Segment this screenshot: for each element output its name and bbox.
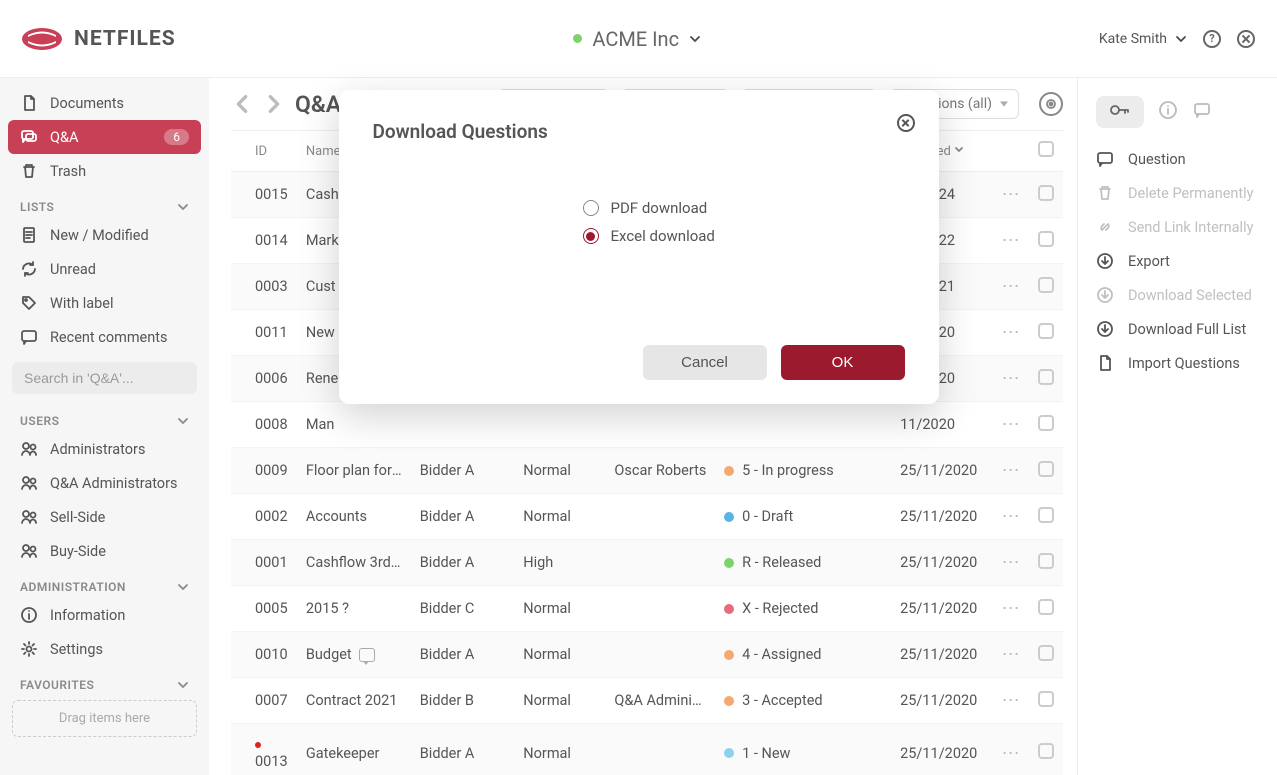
radio-label: Excel download [611, 227, 715, 245]
ok-button[interactable]: OK [781, 345, 905, 380]
radio-label: PDF download [611, 199, 708, 217]
cancel-button[interactable]: Cancel [643, 345, 767, 380]
modal-close-button[interactable] [897, 114, 915, 132]
modal-overlay: Download Questions PDF download Excel do… [0, 0, 1277, 775]
download-modal: Download Questions PDF download Excel do… [339, 90, 939, 404]
download-option-0[interactable]: PDF download [583, 199, 905, 217]
modal-title: Download Questions [373, 120, 905, 143]
download-option-1[interactable]: Excel download [583, 227, 905, 245]
radio-icon [583, 228, 599, 244]
radio-icon [583, 200, 599, 216]
